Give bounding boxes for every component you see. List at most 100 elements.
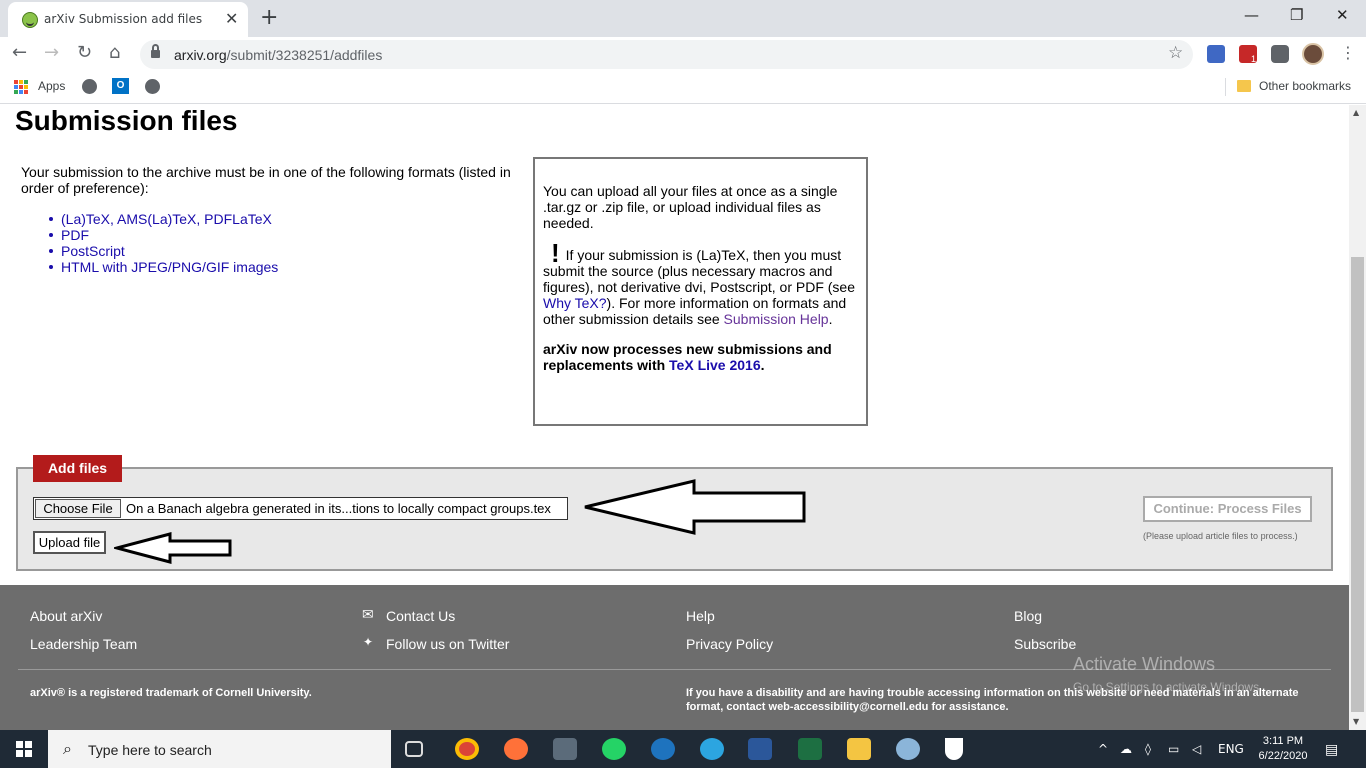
envelope-icon: ✉: [362, 607, 374, 623]
tray-chevron-icon[interactable]: ^: [1098, 742, 1108, 756]
selected-file-name: On a Banach algebra generated in its...t…: [126, 501, 551, 516]
url-text[interactable]: arxiv.org/submit/3238251/addfiles: [174, 47, 382, 63]
submission-help-link[interactable]: Submission Help: [724, 311, 829, 327]
forward-icon[interactable]: →: [44, 42, 59, 63]
volume-icon[interactable]: ◁: [1192, 742, 1201, 756]
firefox-icon[interactable]: [504, 738, 528, 760]
paint-icon[interactable]: [896, 738, 920, 760]
lock-icon[interactable]: [151, 44, 160, 59]
translate-extension-icon[interactable]: [1207, 45, 1225, 63]
search-icon: ⌕: [63, 739, 72, 758]
tab-strip: arXiv Submission add files ✕ + — ❐ ✕: [0, 0, 1366, 37]
taskbar-search[interactable]: ⌕ Type here to search: [48, 730, 391, 768]
calendar-extension-icon[interactable]: 1: [1239, 45, 1257, 64]
skype-icon[interactable]: [651, 738, 675, 760]
scroll-thumb[interactable]: [1351, 257, 1364, 712]
extensions-puzzle-icon[interactable]: [1271, 45, 1289, 63]
formats-intro: Your submission to the archive must be i…: [21, 164, 511, 196]
security-icon[interactable]: ◊: [1145, 742, 1151, 756]
footer-twitter-link[interactable]: Follow us on Twitter: [386, 636, 509, 652]
chrome-icon[interactable]: [455, 738, 479, 760]
clock-time: 3:11 PM: [1262, 735, 1304, 747]
close-window-button[interactable]: ✕: [1336, 6, 1349, 24]
footer-subscribe-link[interactable]: Subscribe: [1014, 636, 1076, 652]
why-tex-link[interactable]: Why TeX?: [543, 295, 607, 311]
twitter-icon: ✦: [363, 635, 374, 649]
address-bar[interactable]: arxiv.org/submit/3238251/addfiles ☆: [140, 40, 1193, 69]
bookmark-star-icon[interactable]: ☆: [1168, 43, 1183, 63]
browser-toolbar: ← → ↻ ⌂ arxiv.org/submit/3238251/addfile…: [0, 37, 1366, 72]
page-content: Submission files Your submission to the …: [0, 105, 1349, 730]
page-title: Submission files: [15, 105, 238, 136]
file-explorer-icon[interactable]: [847, 738, 871, 760]
footer-about-link[interactable]: About arXiv: [30, 608, 102, 624]
footer-help-link[interactable]: Help: [686, 608, 715, 624]
bookmark-divider: [1225, 78, 1226, 96]
globe-icon[interactable]: [82, 79, 97, 94]
search-placeholder: Type here to search: [88, 742, 212, 758]
choose-file-button[interactable]: Choose File: [35, 499, 121, 518]
windows-taskbar: ⌕ Type here to search ^ ☁ ◊ ▭ ◁ ENG 3:11…: [0, 730, 1366, 768]
upload-file-button[interactable]: Upload file: [33, 531, 106, 554]
onedrive-icon[interactable]: ☁: [1120, 742, 1132, 756]
defender-icon[interactable]: [945, 738, 963, 760]
back-icon[interactable]: ←: [12, 42, 27, 63]
arrow-annotation-small: [114, 532, 232, 564]
scroll-down-icon[interactable]: ▼: [1353, 717, 1359, 726]
arrow-annotation-large: [584, 479, 806, 535]
file-input[interactable]: Choose File On a Banach algebra generate…: [33, 497, 568, 520]
new-tab-button[interactable]: +: [260, 5, 278, 30]
task-view-icon[interactable]: [405, 741, 423, 757]
format-link-pdf[interactable]: PDF: [48, 227, 278, 243]
formats-list: (La)TeX, AMS(La)TeX, PDFLaTeX PDF PostSc…: [48, 211, 278, 275]
trademark-text: arXiv® is a registered trademark of Corn…: [30, 687, 312, 699]
footer-contact-link[interactable]: Contact Us: [386, 608, 455, 624]
info-latex-text: ! If your submission is (La)TeX, then you…: [543, 238, 855, 327]
network-icon[interactable]: ▭: [1168, 742, 1179, 756]
clock-date: 6/22/2020: [1258, 750, 1308, 762]
globe-icon[interactable]: [145, 79, 160, 94]
outlook-icon[interactable]: O: [112, 78, 129, 94]
texlive-link[interactable]: TeX Live 2016: [669, 357, 761, 373]
notifications-icon[interactable]: ▤: [1325, 742, 1338, 758]
upload-info-box: You can upload all your files at once as…: [533, 157, 868, 426]
tab-title: arXiv Submission add files: [44, 12, 203, 26]
bookmark-apps[interactable]: Apps: [38, 79, 65, 93]
scroll-up-icon[interactable]: ▲: [1353, 108, 1359, 117]
apps-grid-icon[interactable]: [14, 80, 28, 94]
continue-process-files-button[interactable]: Continue: Process Files: [1143, 496, 1312, 522]
folder-icon[interactable]: [1237, 80, 1251, 92]
windows-start-icon[interactable]: [16, 741, 32, 757]
browser-tab[interactable]: arXiv Submission add files ✕: [8, 2, 248, 37]
continue-note: (Please upload article files to process.…: [1143, 531, 1298, 541]
info-upload-text: You can upload all your files at once as…: [543, 183, 838, 231]
page-scrollbar[interactable]: ▲ ▼: [1349, 105, 1366, 730]
taskbar-clock[interactable]: 3:11 PM 6/22/2020: [1251, 734, 1315, 764]
format-link-latex[interactable]: (La)TeX, AMS(La)TeX, PDFLaTeX: [48, 211, 278, 227]
language-indicator[interactable]: ENG: [1218, 742, 1244, 756]
home-icon[interactable]: ⌂: [109, 42, 120, 63]
footer-privacy-link[interactable]: Privacy Policy: [686, 636, 773, 652]
activate-windows-title: Activate Windows: [1073, 654, 1216, 674]
footer-leadership-link[interactable]: Leadership Team: [30, 636, 137, 652]
minimize-button[interactable]: —: [1244, 6, 1259, 24]
add-files-legend: Add files: [33, 455, 122, 482]
arxiv-favicon-icon: [22, 12, 38, 28]
profile-avatar[interactable]: [1302, 43, 1324, 65]
format-link-html[interactable]: HTML with JPEG/PNG/GIF images: [48, 259, 278, 275]
activate-windows-subtitle: Go to Settings to activate Windows.: [1073, 680, 1263, 694]
bookmark-other[interactable]: Other bookmarks: [1259, 79, 1351, 93]
footer-blog-link[interactable]: Blog: [1014, 608, 1042, 624]
app-icon[interactable]: [553, 738, 577, 760]
telegram-icon[interactable]: [700, 738, 724, 760]
excel-icon[interactable]: [798, 738, 822, 760]
bookmarks-bar: Apps O Other bookmarks: [0, 72, 1366, 104]
word-icon[interactable]: [748, 738, 772, 760]
whatsapp-icon[interactable]: [602, 738, 626, 760]
browser-menu-icon[interactable]: ⋮: [1340, 43, 1356, 62]
tab-close-icon[interactable]: ✕: [225, 9, 238, 28]
info-texlive-text: arXiv now processes new submissions and …: [543, 341, 832, 373]
reload-icon[interactable]: ↻: [77, 42, 92, 63]
maximize-button[interactable]: ❐: [1290, 6, 1303, 24]
format-link-postscript[interactable]: PostScript: [48, 243, 278, 259]
